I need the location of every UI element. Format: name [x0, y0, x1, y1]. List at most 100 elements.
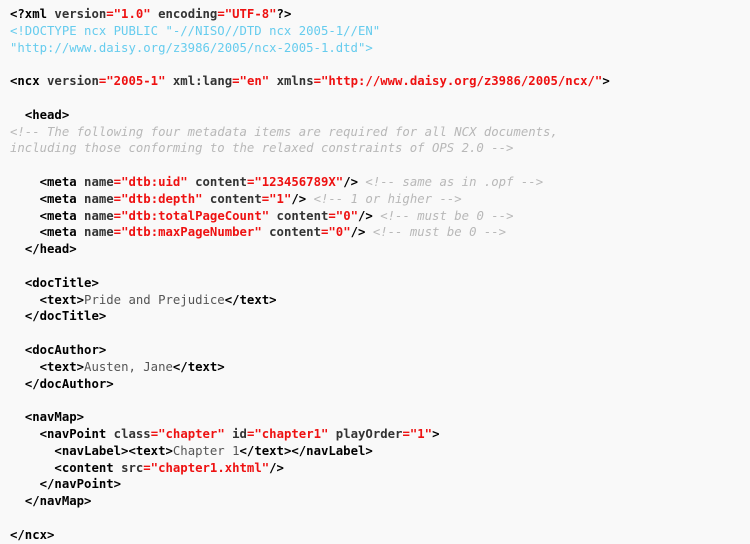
code-line: <navMap>	[10, 409, 750, 426]
code-line: "http://www.daisy.org/z3986/2005/ncx-200…	[10, 40, 750, 57]
code-line: </head>	[10, 241, 750, 258]
code-line: <navPoint class="chapter" id="chapter1" …	[10, 426, 750, 443]
xml-attribute-name-token: content	[187, 174, 247, 189]
xml-tag-token: </navMap>	[24, 494, 92, 509]
code-line: <head>	[10, 107, 750, 124]
xml-attribute-name-token: name	[84, 225, 114, 240]
xml-attribute-value-token: ="chapter1"	[246, 426, 329, 441]
xml-attribute-name-token: xmlns	[269, 74, 314, 89]
xml-code-listing: <?xml version="1.0" encoding="UTF-8"?> <!…	[0, 0, 750, 544]
xml-attribute-name-token: content	[261, 225, 321, 240]
xml-attribute-name-token: content	[269, 208, 329, 223]
xml-tag-token: ?>	[276, 7, 292, 21]
xml-tag-token: <meta	[39, 225, 85, 240]
xml-attribute-value-token: ="1"	[261, 191, 292, 206]
code-line: <ncx version="2005-1" xml:lang="en" xmln…	[10, 73, 750, 90]
xml-tag-token: </text>	[224, 292, 277, 307]
xml-attribute-value-token: ="dtb:depth"	[113, 191, 203, 206]
code-line: <meta name="dtb:depth" content="1"/> <!-…	[10, 191, 750, 208]
code-line: </ncx>	[10, 527, 750, 544]
code-line: </navMap>	[10, 493, 750, 510]
xml-tag-token: <ncx	[10, 74, 48, 89]
code-line: <navLabel><text>Chapter 1</text></navLab…	[10, 443, 750, 460]
xml-attribute-value-token: ="1"	[402, 426, 433, 441]
xml-tag-token: </navPoint>	[39, 477, 122, 492]
xml-doctype-token: "http://www.daisy.org/z3986/2005/ncx-200…	[10, 40, 373, 55]
xml-tag-token: >	[432, 426, 440, 441]
xml-tag-token: <navPoint	[39, 426, 114, 441]
xml-attribute-name-token: src	[121, 460, 144, 475]
xml-attribute-name-token: xml:lang	[165, 74, 233, 89]
xml-tag-token: <docAuthor>	[24, 342, 107, 357]
xml-tag-token: >	[602, 74, 610, 89]
xml-tag-token: <content	[54, 460, 122, 475]
code-line: </docTitle>	[10, 308, 750, 325]
code-line: <?xml version="1.0" encoding="UTF-8"?>	[10, 6, 750, 23]
code-line: including those conforming to the relaxe…	[10, 140, 750, 157]
xml-text-token: Pride and Prejudice	[84, 292, 225, 307]
xml-tag-token: <head>	[24, 107, 70, 122]
code-line: <docTitle>	[10, 275, 750, 292]
xml-tag-token: <text>	[39, 292, 85, 307]
xml-tag-token: </text>	[172, 359, 225, 374]
xml-attribute-value-token: ="1.0"	[106, 7, 151, 21]
xml-attribute-name-token: version	[47, 74, 99, 89]
xml-attribute-value-token: ="UTF-8"	[217, 7, 277, 21]
xml-attribute-name-token: class	[113, 426, 151, 441]
xml-tag-token: />	[269, 460, 284, 475]
xml-attribute-value-token: ="en"	[232, 74, 270, 89]
xml-comment-token: <!-- 1 or higher -->	[306, 191, 462, 206]
xml-attribute-name-token: version	[54, 7, 107, 21]
xml-attribute-value-token: ="2005-1"	[98, 74, 166, 89]
xml-tag-token: <?xml	[10, 7, 55, 21]
xml-tag-token: />	[291, 191, 307, 206]
xml-tag-token: />	[358, 208, 373, 223]
xml-attribute-value-token: ="0"	[328, 208, 359, 223]
xml-tag-token: />	[350, 225, 366, 240]
code-line: <text>Pride and Prejudice</text>	[10, 292, 750, 309]
xml-comment-token: <!-- must be 0 -->	[372, 208, 514, 223]
code-line: <meta name="dtb:totalPageCount" content=…	[10, 208, 750, 225]
xml-tag-token: <meta	[39, 191, 85, 206]
code-line: <text>Austen, Jane</text>	[10, 359, 750, 376]
xml-text-token: Chapter 1	[172, 443, 240, 458]
xml-tag-token: />	[343, 174, 359, 189]
xml-tag-token: <text>	[39, 359, 85, 374]
code-line: <meta name="dtb:uid" content="123456789X…	[10, 174, 750, 191]
xml-attribute-value-token: ="chapter"	[150, 426, 225, 441]
code-line: <!-- The following four metadata items a…	[10, 124, 750, 141]
code-line: <meta name="dtb:maxPageNumber" content="…	[10, 224, 750, 241]
xml-attribute-name-token: encoding	[150, 7, 218, 21]
xml-tag-token: </docAuthor>	[24, 376, 114, 391]
xml-attribute-name-token: name	[84, 208, 114, 223]
code-line: <content src="chapter1.xhtml"/>	[10, 460, 750, 477]
xml-attribute-value-token: ="dtb:maxPageNumber"	[113, 225, 262, 240]
xml-attribute-name-token: id	[224, 426, 247, 441]
code-line: <!DOCTYPE ncx PUBLIC "-//NISO//DTD ncx 2…	[10, 23, 750, 40]
xml-doctype-token: <!DOCTYPE ncx PUBLIC "-//NISO//DTD ncx 2…	[10, 23, 381, 38]
xml-tag-token: <meta	[39, 174, 85, 189]
xml-comment-token: <!-- must be 0 -->	[365, 225, 507, 240]
xml-attribute-value-token: ="http://www.daisy.org/z3986/2005/ncx/"	[313, 74, 603, 89]
xml-tag-token: <navLabel><text>	[54, 443, 173, 458]
xml-comment-token: including those conforming to the relaxe…	[10, 141, 514, 156]
xml-tag-token: </ncx>	[10, 527, 55, 542]
xml-attribute-name-token: playOrder	[328, 426, 403, 441]
